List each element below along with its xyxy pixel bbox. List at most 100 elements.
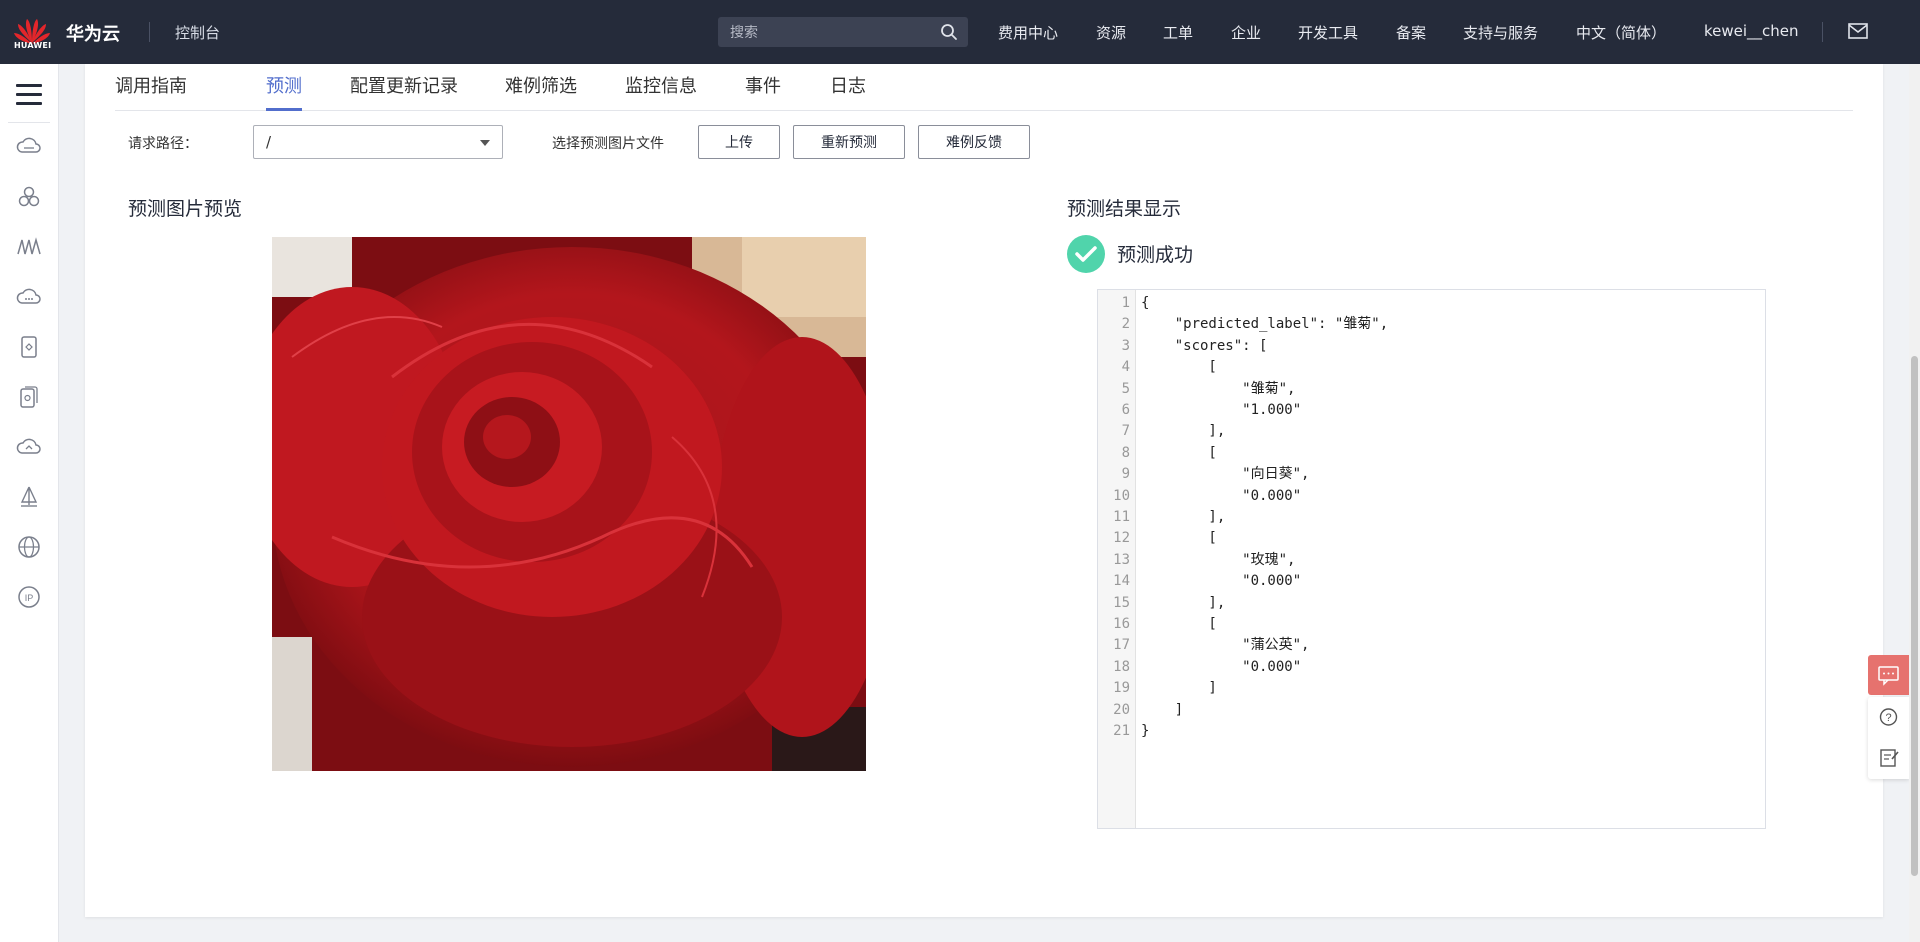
- file-label: 选择预测图片文件: [552, 136, 664, 152]
- nav-resources[interactable]: 资源: [1096, 22, 1126, 43]
- nav-tickets[interactable]: 工单: [1163, 22, 1193, 43]
- cluster-icon[interactable]: [16, 184, 42, 210]
- mail-icon[interactable]: [1848, 23, 1868, 39]
- search-box[interactable]: 搜索: [718, 17, 968, 47]
- tab-hard-examples[interactable]: 难例筛选: [505, 72, 577, 98]
- line-number: 12: [1113, 530, 1130, 547]
- line-number: 6: [1121, 402, 1130, 418]
- code-line: "0.000": [1141, 573, 1302, 590]
- line-number: 16: [1113, 616, 1130, 632]
- line-number: 4: [1121, 359, 1130, 376]
- console-link[interactable]: 控制台: [175, 22, 220, 43]
- globe-icon[interactable]: [16, 534, 42, 560]
- repredict-button[interactable]: 重新预测: [793, 125, 905, 159]
- code-line: "雏菊",: [1141, 380, 1296, 397]
- cloud-storage-icon[interactable]: [16, 284, 42, 310]
- search-icon[interactable]: [940, 23, 958, 41]
- tab-logs[interactable]: 日志: [830, 72, 866, 98]
- nav-filing[interactable]: 备案: [1396, 22, 1426, 43]
- tab-events[interactable]: 事件: [745, 72, 781, 98]
- search-input[interactable]: 搜索: [730, 22, 940, 42]
- line-number: 5: [1121, 380, 1130, 397]
- tab-config-history[interactable]: 配置更新记录: [350, 72, 458, 98]
- code-line: [: [1141, 530, 1217, 547]
- nav-support[interactable]: 支持与服务: [1463, 22, 1538, 43]
- cloud-sync-icon[interactable]: [16, 434, 42, 460]
- tab-predict[interactable]: 预测: [266, 72, 302, 98]
- code-line: "scores": [: [1141, 337, 1268, 354]
- path-select[interactable]: /: [253, 125, 503, 159]
- active-tab-indicator: [266, 108, 302, 111]
- line-number: 7: [1121, 423, 1130, 440]
- nav-billing[interactable]: 费用中心: [998, 22, 1058, 43]
- cloud-server-icon[interactable]: [16, 134, 42, 160]
- line-number: 13: [1113, 551, 1130, 568]
- line-number: 2: [1121, 316, 1130, 333]
- line-number: 10: [1113, 487, 1130, 504]
- floating-toolbar: ?: [1868, 655, 1909, 779]
- code-line: ],: [1141, 594, 1226, 611]
- scrollbar-thumb[interactable]: [1911, 356, 1918, 876]
- waveform-icon[interactable]: [16, 234, 42, 260]
- preview-title: 预测图片预览: [128, 198, 243, 220]
- code-line: [: [1141, 616, 1217, 632]
- line-number: 18: [1113, 658, 1130, 675]
- result-title: 预测结果显示: [1067, 198, 1182, 220]
- line-number: 17: [1113, 637, 1130, 654]
- path-select-value: /: [266, 133, 272, 151]
- line-number: 8: [1121, 444, 1130, 461]
- page-scrollbar[interactable]: [1909, 64, 1920, 942]
- line-number: 11: [1113, 509, 1130, 525]
- chat-button[interactable]: [1868, 655, 1909, 695]
- line-number: 15: [1113, 594, 1130, 611]
- code-line: "向日葵",: [1141, 466, 1310, 483]
- line-number: 21: [1113, 723, 1130, 739]
- line-number-gutter: 1 2 3 4 5 6 7 8 9 10 11 12 13 14 15 16 17 18 19 20 21: [1098, 290, 1136, 828]
- tab-bar: 调用指南 预测 配置更新记录 难例筛选 监控信息 事件 日志: [115, 64, 1853, 111]
- code-line: "玫瑰",: [1141, 551, 1296, 568]
- nav-enterprise[interactable]: 企业: [1231, 22, 1261, 43]
- tab-guide[interactable]: 调用指南: [115, 72, 187, 98]
- divider: [149, 22, 150, 42]
- divider: [1822, 22, 1823, 42]
- brand-title[interactable]: 华为云: [66, 20, 120, 46]
- tab-monitoring[interactable]: 监控信息: [625, 72, 697, 98]
- code-line: ],: [1141, 509, 1226, 525]
- database-icon[interactable]: [16, 384, 42, 410]
- code-line: "0.000": [1141, 487, 1302, 504]
- line-number: 9: [1121, 466, 1130, 483]
- upload-button[interactable]: 上传: [698, 125, 780, 159]
- feedback-button[interactable]: 难例反馈: [918, 125, 1030, 159]
- code-line: [: [1141, 359, 1217, 376]
- line-number: 14: [1113, 573, 1130, 590]
- nav-language[interactable]: 中文（简体）: [1576, 22, 1666, 43]
- hamburger-menu-icon[interactable]: [16, 84, 42, 106]
- code-line: ]: [1141, 701, 1184, 718]
- code-line: [: [1141, 444, 1217, 461]
- logo-text: HUAWEI: [14, 41, 52, 50]
- left-sidebar: IP: [0, 64, 59, 942]
- line-number: 20: [1113, 701, 1130, 718]
- code-line: "0.000": [1141, 658, 1302, 675]
- nav-username[interactable]: kewei__chen: [1704, 22, 1799, 40]
- code-line: "1.000": [1141, 402, 1302, 418]
- line-number: 19: [1113, 680, 1130, 697]
- success-check-icon: [1067, 235, 1105, 273]
- nav-dev-tools[interactable]: 开发工具: [1298, 22, 1358, 43]
- help-icon[interactable]: ?: [1879, 708, 1898, 726]
- svg-text:IP: IP: [25, 593, 34, 603]
- ip-icon[interactable]: IP: [16, 584, 42, 610]
- code-line: ]: [1141, 680, 1217, 697]
- code-line: "蒲公英",: [1141, 637, 1310, 654]
- divider: [8, 122, 50, 123]
- main-card: 调用指南 预测 配置更新记录 难例筛选 监控信息 事件 日志 请求路径： / 选…: [85, 64, 1883, 917]
- help-panel: ?: [1868, 697, 1909, 779]
- code-line: }: [1141, 723, 1150, 739]
- line-number: 3: [1121, 337, 1130, 354]
- container-icon[interactable]: [16, 334, 42, 360]
- feedback-icon[interactable]: [1880, 749, 1899, 767]
- result-code-editor[interactable]: 1 2 3 4 5 6 7 8 9 10 11 12 13 14 15 16 17 18 19 20 21 { "pre…: [1097, 289, 1766, 829]
- deploy-icon[interactable]: [16, 484, 42, 510]
- line-number: 1: [1121, 295, 1130, 311]
- path-label: 请求路径：: [128, 136, 198, 152]
